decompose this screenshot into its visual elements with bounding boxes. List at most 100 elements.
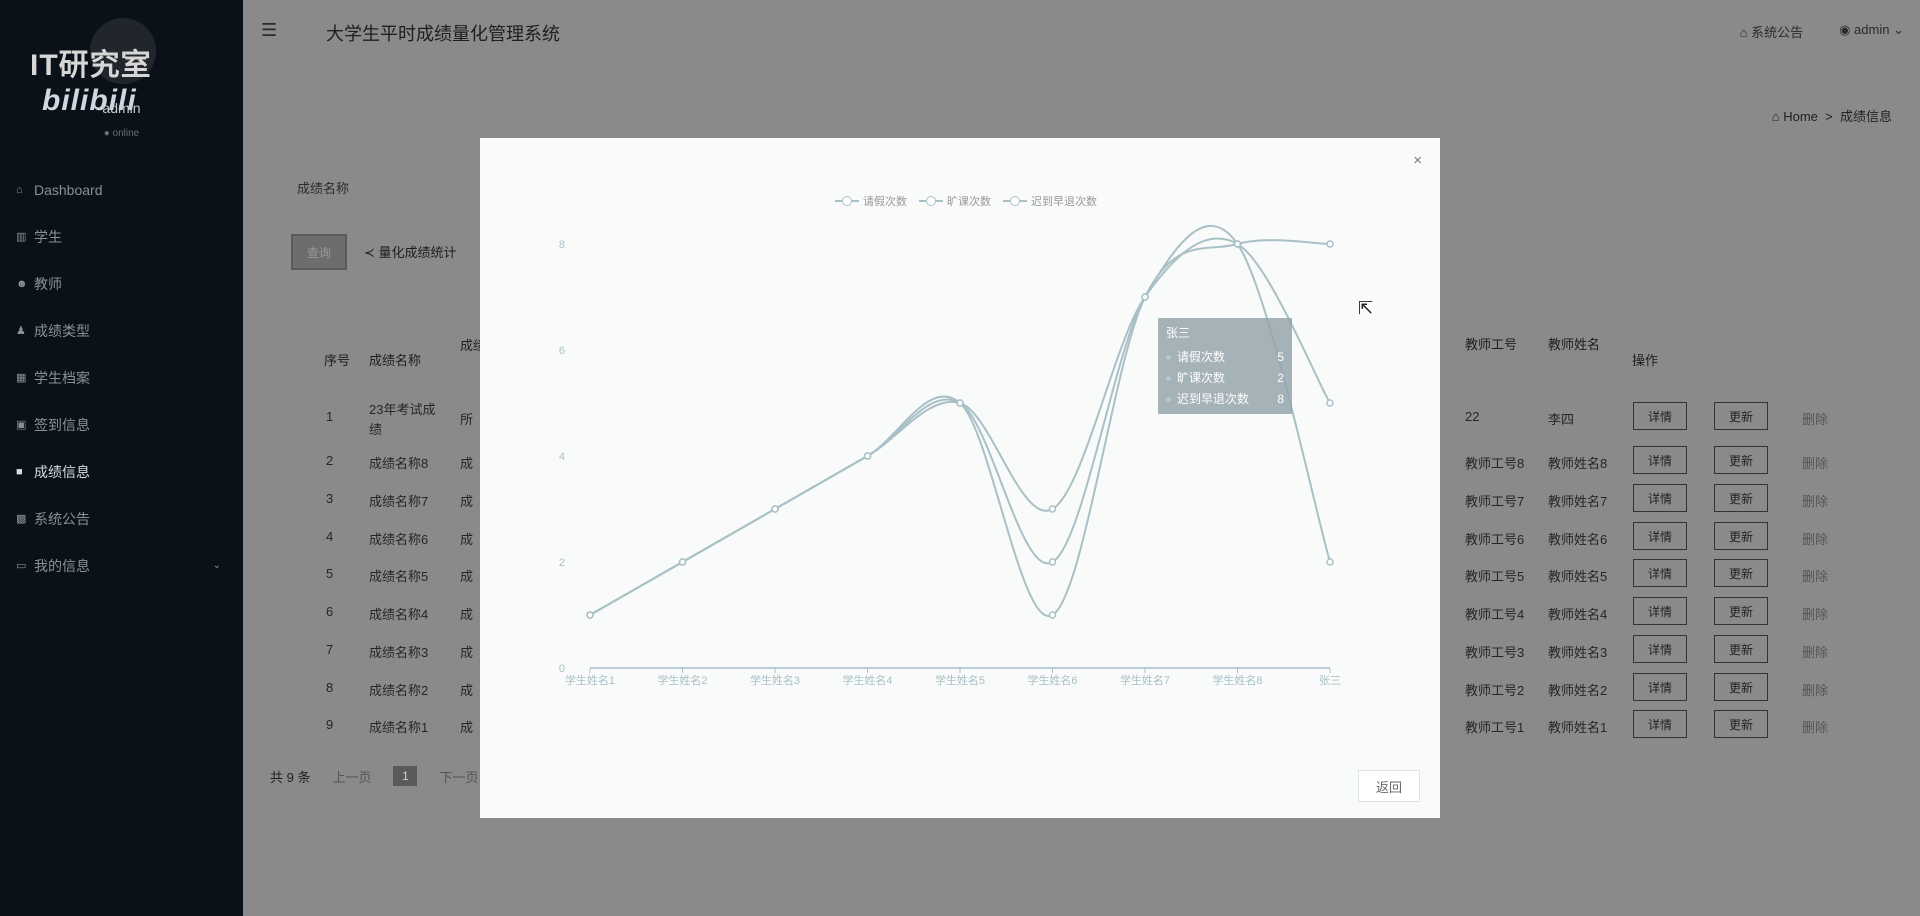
th-name: 成绩名称 [369,353,422,368]
data-point [956,399,964,407]
sidebar-item-label: 成绩信息 [34,463,90,480]
detail-button[interactable]: 详情 [1633,559,1687,587]
sidebar-item-checkin[interactable]: ▣ 签到信息 [0,401,243,448]
tooltip-row: 迟到早退次数 8 [1166,389,1284,410]
detail-button[interactable]: 详情 [1633,402,1687,430]
update-button[interactable]: 更新 [1714,710,1768,738]
update-button[interactable]: 更新 [1714,597,1768,625]
cell-type: 成 [460,607,474,622]
detail-button[interactable]: 详情 [1633,522,1687,550]
th-teacher-name: 教师姓名 [1548,337,1601,352]
menu-toggle-icon[interactable]: ☰ [261,20,277,41]
cell-teacher-name: 李四 [1548,412,1575,427]
home-icon: ⌂ [1771,109,1784,124]
delete-link[interactable]: 删除 [1802,453,1828,472]
update-button[interactable]: 更新 [1714,522,1768,550]
series-line-2 [589,224,1331,616]
cell-teacher-name: 教师姓名7 [1548,494,1608,509]
data-point [863,452,872,460]
cell-name: 成绩名称7 [369,494,429,509]
notice-button[interactable]: ⌂ 系统公告 [1740,22,1803,41]
sidebar-item-my-info[interactable]: ▭ 我的信息 ⌄ [0,542,243,589]
th-index: 序号 [324,353,351,368]
data-point [1048,505,1057,513]
x-tick-label: 学生姓名7 [1120,673,1170,687]
table-icon: ▣ [16,419,27,431]
delete-link[interactable]: 删除 [1802,491,1828,510]
tooltip-label: 迟到早退次数 [1177,392,1250,406]
delete-link[interactable]: 删除 [1802,680,1828,699]
sidebar-item-announcements[interactable]: ▩ 系统公告 [0,495,243,542]
x-tick-label: 学生姓名1 [565,673,615,687]
tooltip-value: 5 [1277,350,1284,364]
stats-label: 量化成绩统计 [378,245,457,260]
search-button[interactable]: 查询 [291,234,347,270]
pagination-next[interactable]: 下一页 [439,767,478,786]
th-action: 操作 [1632,353,1659,368]
sidebar-item-student-files[interactable]: ▦ 学生档案 [0,354,243,401]
back-button[interactable]: 返回 [1358,770,1420,802]
tooltip-row: 旷课次数 2 [1166,368,1284,389]
detail-button[interactable]: 详情 [1633,597,1687,625]
update-button[interactable]: 更新 [1714,673,1768,701]
cell-index: 9 [326,717,334,732]
cell-name: 成绩名称1 [369,720,429,735]
detail-button[interactable]: 详情 [1633,446,1687,474]
update-button[interactable]: 更新 [1714,559,1768,587]
cell-type: 成 [460,720,474,735]
series-dot-icon [1166,397,1171,403]
sidebar-item-label: 学生 [34,228,62,245]
data-point [1326,558,1334,566]
detail-button[interactable]: 详情 [1633,673,1687,701]
data-point [1141,293,1149,301]
cell-index: 5 [326,566,334,581]
delete-link[interactable]: 删除 [1802,604,1828,623]
pagination-prev[interactable]: 上一页 [332,767,371,786]
pagination-current[interactable]: 1 [393,766,418,786]
chevron-down-icon: ⌄ [1893,22,1904,37]
detail-button[interactable]: 详情 [1633,635,1687,663]
delete-link[interactable]: 删除 [1802,529,1828,548]
sidebar-item-students[interactable]: ▥ 学生 [0,213,243,260]
delete-link[interactable]: 删除 [1802,642,1828,661]
stats-button[interactable]: ≺ 量化成绩统计 [364,242,457,261]
cell-name: 成绩名称4 [369,607,429,622]
line-chart: 0 2 4 6 8 学生姓名1 学生姓名2 学生姓名3 学生姓名4 学生姓名5 学生姓名6 学生姓名7… [559,224,1341,687]
cell-index: 2 [326,453,334,468]
cell-teacher-id: 教师工号6 [1465,532,1525,547]
cell-name: 成绩名称5 [369,569,429,584]
update-button[interactable]: 更新 [1714,484,1768,512]
delete-link[interactable]: 删除 [1802,566,1828,585]
update-button[interactable]: 更新 [1714,402,1768,430]
cell-teacher-name: 教师姓名5 [1548,569,1608,584]
data-point [678,558,687,566]
update-button[interactable]: 更新 [1714,446,1768,474]
tooltip-value: 8 [1277,392,1284,406]
sidebar-item-teachers[interactable]: ☻ 教师 [0,260,243,307]
cell-index: 7 [326,642,334,657]
update-button[interactable]: 更新 [1714,635,1768,663]
stats-modal: × 请假次数 旷课次数 迟到早退次数 0 2 4 6 8 学生姓名1 学生姓名2 学生姓名3 学… [480,138,1440,818]
account-menu[interactable]: ◉ admin ⌄ [1839,22,1904,41]
data-point [771,505,779,513]
delete-link[interactable]: 删除 [1802,409,1828,428]
data-point [1048,611,1057,619]
detail-button[interactable]: 详情 [1633,710,1687,738]
series-line-3 [589,239,1331,617]
cell-teacher-name: 教师姓名1 [1548,720,1608,735]
delete-link[interactable]: 删除 [1802,717,1828,736]
detail-button[interactable]: 详情 [1633,484,1687,512]
user-icon: ♟ [16,325,26,337]
sidebar-item-dashboard[interactable]: ⌂ Dashboard [0,166,243,213]
series-dot-icon [1166,376,1171,382]
sidebar-item-label: Dashboard [34,181,103,198]
cell-index: 6 [326,604,334,619]
breadcrumb-home[interactable]: Home [1783,109,1818,124]
cell-teacher-name: 教师姓名4 [1548,607,1608,622]
breadcrumb: ⌂ Home > 成绩信息 [1772,106,1892,125]
y-tick-label: 4 [559,451,565,463]
sidebar-item-scores[interactable]: ■ 成绩信息 [0,448,243,495]
cell-teacher-id: 教师工号2 [1465,683,1525,698]
sidebar-item-score-types[interactable]: ♟ 成绩类型 [0,307,243,354]
grid-icon: ▦ [16,372,27,384]
